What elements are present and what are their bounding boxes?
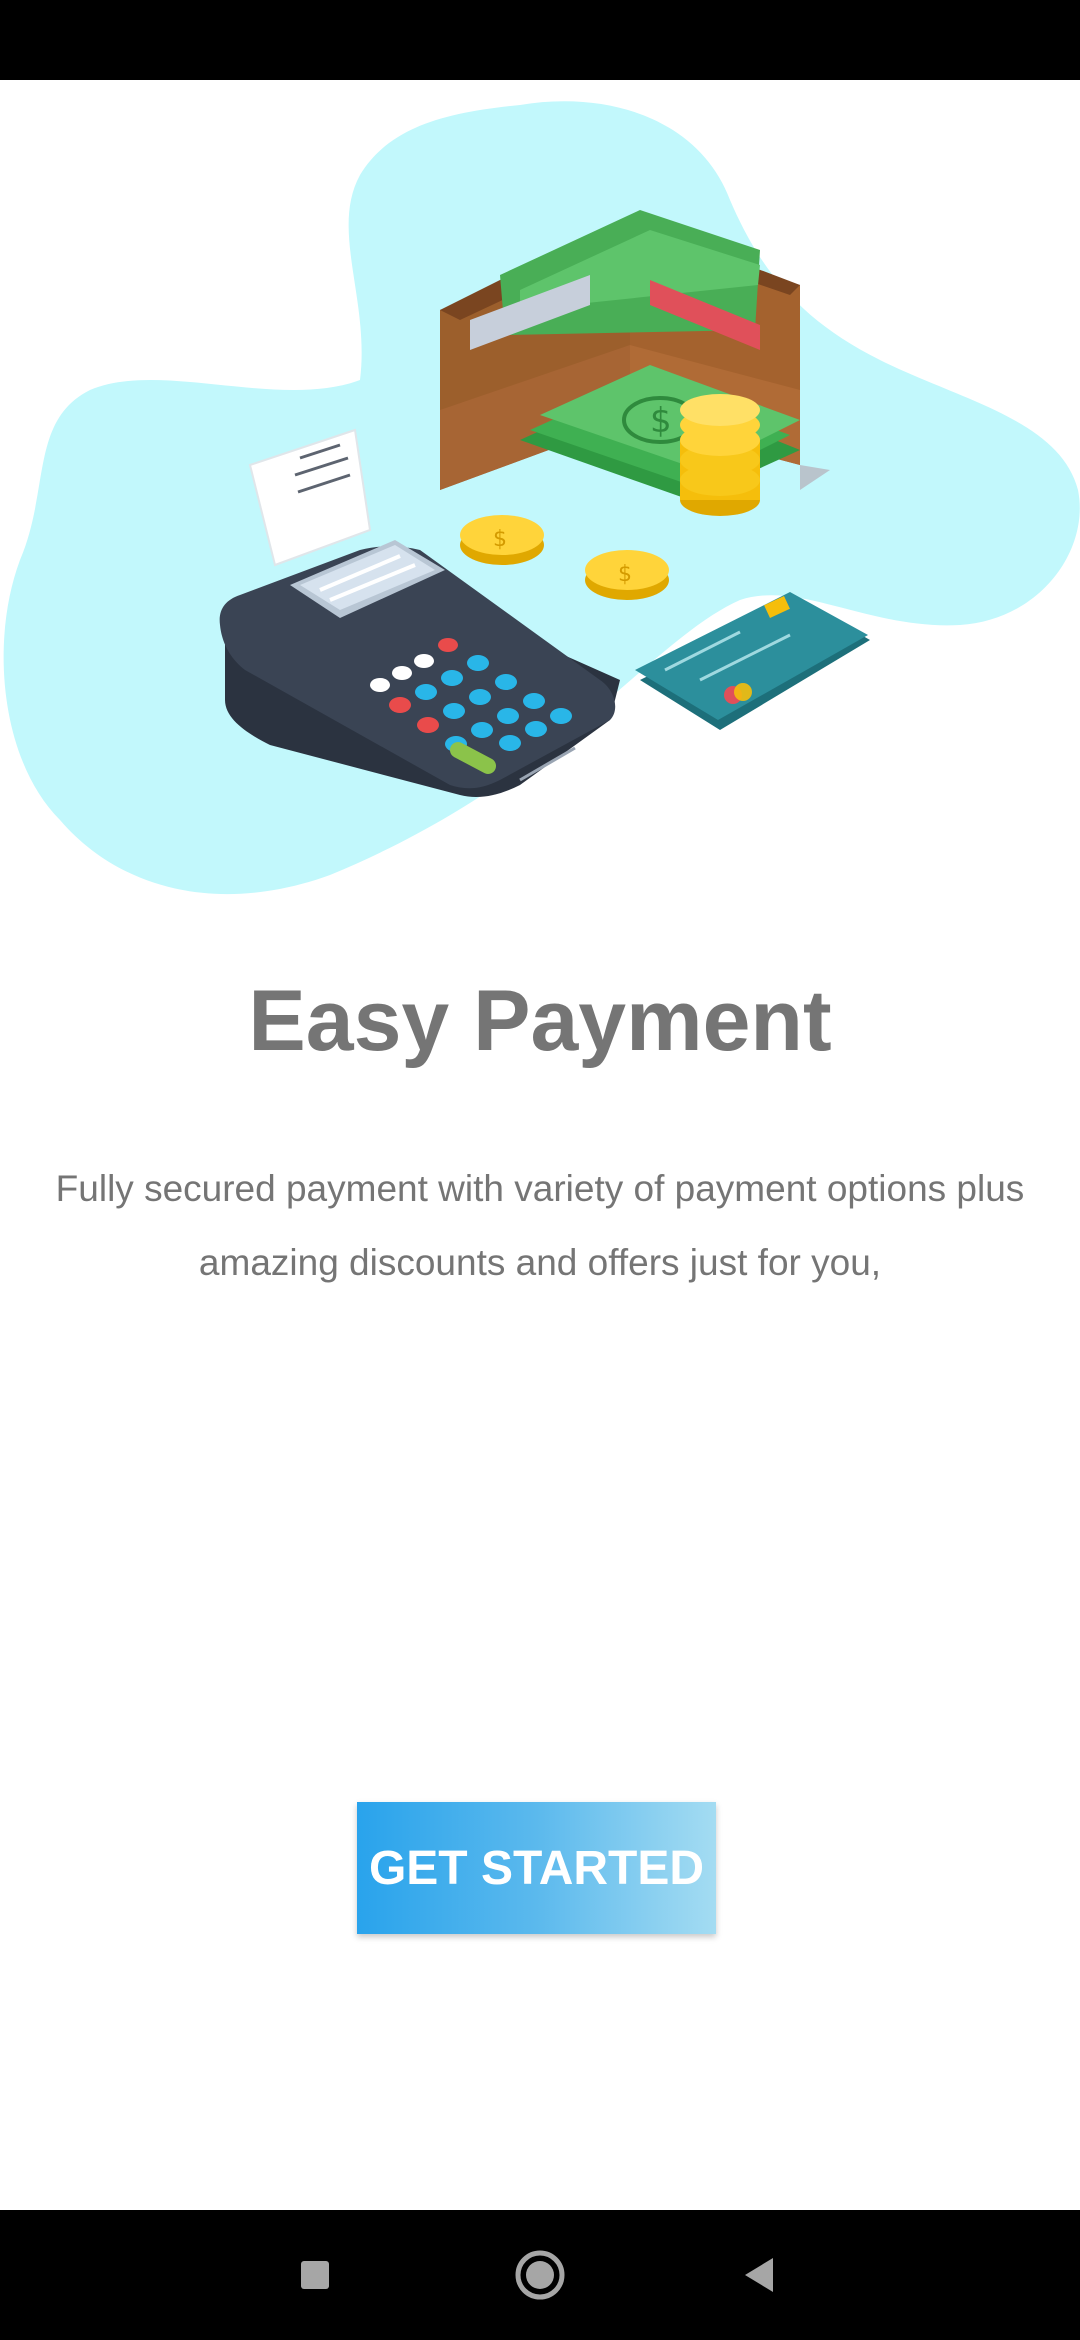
background-blob	[3, 101, 1080, 895]
get-started-button[interactable]: GET STARTED	[357, 1802, 716, 1934]
circle-home-icon	[515, 2250, 565, 2300]
status-bar	[0, 0, 1080, 80]
square-recents-icon	[301, 2261, 329, 2289]
back-button[interactable]	[700, 2210, 820, 2340]
description-text: Fully secured payment with variety of pa…	[55, 1168, 1025, 1283]
triangle-back-icon	[745, 2258, 773, 2292]
system-navigation-bar	[0, 2210, 1080, 2340]
coin-single-2: $	[585, 550, 669, 600]
home-button[interactable]	[480, 2210, 600, 2340]
svg-text:$: $	[618, 562, 632, 587]
coin-single-1: $	[460, 515, 544, 565]
payment-illustration: $ $ $	[0, 80, 1080, 900]
svg-text:$: $	[493, 527, 507, 552]
svg-text:$: $	[650, 401, 672, 441]
onboarding-screen: $ $ $ Easy Payment Fully secured payment…	[0, 0, 1080, 2340]
coin-stack	[680, 394, 760, 516]
recent-apps-button[interactable]	[255, 2210, 375, 2340]
page-title: Easy Payment	[248, 973, 832, 1069]
